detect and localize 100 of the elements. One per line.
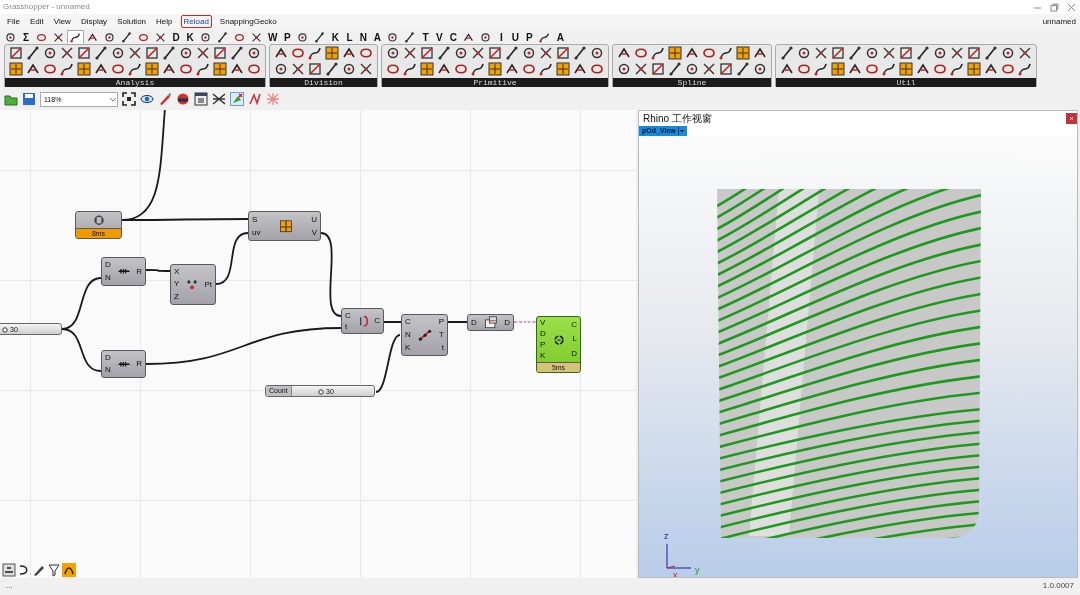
component-icon[interactable]	[719, 46, 733, 60]
ribbon-tab[interactable]: T	[418, 30, 433, 44]
component-icon[interactable]	[111, 46, 125, 60]
component-icon[interactable]	[230, 46, 244, 60]
component-icon[interactable]	[933, 62, 947, 76]
component-icon[interactable]	[128, 46, 142, 60]
component-icon[interactable]	[342, 46, 356, 60]
component-node[interactable]: D N R	[101, 350, 146, 378]
group-icon[interactable]	[248, 92, 262, 106]
slider-handle[interactable]	[2, 327, 9, 333]
component-icon[interactable]	[26, 46, 40, 60]
highlight-icon[interactable]	[62, 563, 76, 577]
component-icon[interactable]	[916, 62, 930, 76]
component-icon[interactable]	[780, 62, 794, 76]
component-icon[interactable]	[950, 62, 964, 76]
component-icon[interactable]	[342, 62, 356, 76]
component-icon[interactable]	[933, 46, 947, 60]
component-icon[interactable]	[291, 46, 305, 60]
ribbon-tab[interactable]: C	[446, 30, 461, 44]
component-icon[interactable]	[668, 62, 682, 76]
component-icon[interactable]	[797, 46, 811, 60]
funnel-icon[interactable]	[47, 563, 61, 577]
component-icon[interactable]	[179, 62, 193, 76]
ribbon-tab[interactable]: Σ	[19, 30, 33, 44]
component-icon[interactable]	[848, 46, 862, 60]
component-icon[interactable]	[274, 46, 288, 60]
component-icon[interactable]	[522, 46, 536, 60]
component-icon[interactable]	[1018, 46, 1032, 60]
component-icon[interactable]	[359, 62, 373, 76]
component-icon[interactable]	[94, 62, 108, 76]
component-icon[interactable]	[950, 46, 964, 60]
wires-icon[interactable]	[212, 92, 226, 106]
component-node[interactable]: C t C	[341, 308, 384, 334]
component-icon[interactable]	[274, 62, 288, 76]
component-icon[interactable]	[162, 46, 176, 60]
ribbon-tab[interactable]: N	[356, 30, 371, 44]
component-icon[interactable]	[865, 62, 879, 76]
menu-item[interactable]: View	[48, 14, 76, 29]
component-node[interactable]: D D	[467, 314, 514, 331]
component-icon[interactable]	[753, 62, 767, 76]
component-icon[interactable]	[814, 46, 828, 60]
component-icon[interactable]	[437, 46, 451, 60]
component-icon[interactable]	[848, 62, 862, 76]
component-icon[interactable]	[386, 62, 400, 76]
save-icon[interactable]	[22, 92, 36, 106]
component-icon[interactable]	[573, 62, 587, 76]
ribbon-tab[interactable]: P	[280, 30, 295, 44]
component-icon[interactable]	[386, 46, 400, 60]
window-icon[interactable]	[194, 92, 208, 106]
ribbon-tab[interactable]	[67, 30, 84, 44]
ribbon-tab[interactable]: D	[169, 30, 183, 44]
zoom-extents-icon[interactable]	[122, 92, 136, 106]
component-icon[interactable]	[685, 62, 699, 76]
component-icon[interactable]	[1001, 46, 1015, 60]
ribbon-tab[interactable]: U	[508, 30, 523, 44]
ribbon-tab[interactable]: I	[494, 30, 509, 44]
component-icon[interactable]	[590, 62, 604, 76]
restore-icon[interactable]	[1050, 2, 1059, 12]
component-icon[interactable]	[94, 46, 108, 60]
component-icon[interactable]	[308, 46, 322, 60]
menu-item[interactable]: Display	[75, 14, 113, 29]
component-icon[interactable]	[505, 46, 519, 60]
component-icon[interactable]	[60, 46, 74, 60]
component-icon[interactable]	[247, 62, 261, 76]
component-icon[interactable]	[230, 62, 244, 76]
component-icon[interactable]	[403, 46, 417, 60]
component-icon[interactable]	[814, 62, 828, 76]
component-icon[interactable]	[916, 46, 930, 60]
eye-icon[interactable]	[140, 92, 154, 106]
component-icon[interactable]	[359, 46, 373, 60]
component-icon[interactable]	[617, 62, 631, 76]
component-icon[interactable]	[325, 62, 339, 76]
component-icon[interactable]	[634, 62, 648, 76]
component-icon[interactable]	[797, 62, 811, 76]
brush-icon[interactable]	[158, 92, 172, 106]
menu-item[interactable]: Help	[151, 14, 178, 29]
ribbon-tab[interactable]: L	[342, 30, 357, 44]
component-icon[interactable]	[162, 62, 176, 76]
component-icon[interactable]	[882, 46, 896, 60]
component-icon[interactable]	[196, 46, 210, 60]
component-icon[interactable]	[736, 62, 750, 76]
component-icon[interactable]	[1001, 62, 1015, 76]
component-node[interactable]: X Y Z Pt	[170, 264, 216, 305]
component-icon[interactable]	[247, 46, 261, 60]
component-icon[interactable]	[1018, 62, 1032, 76]
component-icon[interactable]	[403, 62, 417, 76]
component-icon[interactable]	[882, 62, 896, 76]
folder-icon[interactable]	[4, 92, 18, 106]
ribbon-tab[interactable]: K	[183, 30, 197, 44]
component-icon[interactable]	[539, 46, 553, 60]
component-icon[interactable]	[128, 62, 142, 76]
menu-item[interactable]: SnappingGecko	[214, 14, 282, 29]
component-icon[interactable]	[196, 62, 210, 76]
component-icon[interactable]	[471, 62, 485, 76]
slider-handle[interactable]	[318, 389, 325, 395]
component-node[interactable]: C N K P T t	[401, 314, 448, 356]
menu-item[interactable]: Edit	[24, 14, 49, 29]
component-icon[interactable]	[634, 46, 648, 60]
component-icon[interactable]	[590, 46, 604, 60]
component-icon[interactable]	[454, 62, 468, 76]
